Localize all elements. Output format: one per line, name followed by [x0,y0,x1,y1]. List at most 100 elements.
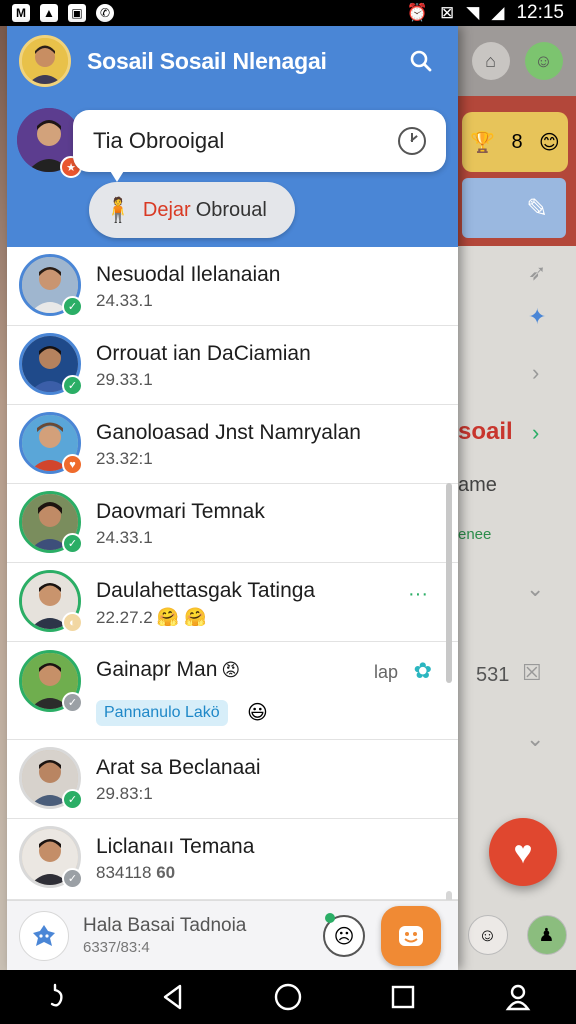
row-side-label: lap [373,662,398,682]
background-dark-text: ame [458,474,497,496]
scrollbar-secondary[interactable] [446,891,452,900]
app-title: Sosail Sosail Nlenagai [87,47,327,74]
signal-icon: ◢ [491,3,505,22]
background-heart-fab[interactable]: ♥ [489,818,557,886]
whatsapp-icon: ✆ [96,4,114,22]
status-badge-icon: ✓ [62,868,83,889]
online-badge-icon: ✓ [62,375,83,396]
background-box-icon: ☒ [522,660,542,685]
background-star-icon: ✦ [528,304,547,329]
contact-name: Daovmari Temnak [96,500,265,523]
contact-time: 23.32:1 [96,449,153,468]
contact-name: Liclanaıı Temana [96,835,255,858]
image-icon: ▲ [40,4,58,22]
background-chevron-icon-2: › [532,360,540,385]
contact-row[interactable]: ✓ Liclanaıı Temana 834118 60 [7,819,458,900]
background-chevron-down-icon: ⌄ [526,576,545,601]
background-chevron-down-icon-2: ⌄ [526,726,545,751]
face-status-dot [325,913,335,923]
contact-time: 24.33.1 [96,528,153,547]
contact-name: Orrouat ian DaCiamian [96,342,311,365]
contact-name: Arat sa Beclanaai [96,756,261,779]
recents-button[interactable] [379,973,427,1021]
background-person-icon: ♟ [526,915,567,955]
send-button[interactable] [381,906,441,966]
contact-time: 29.83:1 [96,784,153,803]
alarm-icon: ⏰ [406,3,429,22]
background-pencil-icon: ✎ [462,178,566,238]
contact-row[interactable]: ♥ Ganoloasad Jnst Namryalan 23.32:1 [7,405,458,484]
search-icon[interactable] [404,44,438,78]
contact-row[interactable]: ✓ Gainapr Man 😡 lap ✿ Pannanulo Lakö 😃 [7,642,458,740]
composer-title: Hala Basai Tadnoia [83,915,247,936]
background-chevron-icon: ➶ [528,260,547,285]
hook-icon[interactable] [34,973,82,1021]
message-bubble[interactable]: Tia Obrooigal [73,110,446,172]
background-bottom-icons: ☺ ♟ [458,904,576,966]
chat-bot-icon[interactable] [19,910,69,961]
home-button[interactable] [264,973,312,1021]
navigation-bar [0,970,576,1024]
account-icon[interactable] [494,973,542,1021]
status-right-icons: ⏰ ⊠ ◥ ◢ 12:15 [407,2,564,24]
contact-row[interactable]: ✓ Orrouat ian DaCiamian 29.33.1 [7,326,458,405]
vibrate-icon: ⊠ [440,3,455,22]
status-left-icons: M ▲ ▣ ✆ [12,4,114,22]
notification-m-icon: M [12,4,30,22]
scrollbar[interactable] [446,483,452,683]
chip-figure-icon: 🧍 [103,196,133,224]
flower-icon[interactable]: ✿ [414,658,432,684]
contact-row[interactable]: ✓ Arat sa Beclanaai 29.83:1 [7,740,458,819]
contact-time-value: 834118 [96,863,152,882]
status-badge-icon: ♥ [62,454,83,475]
contact-time-value: 22.27.2 [96,608,153,627]
contact-time: 24.33.1 [96,291,153,310]
online-badge-icon: ✓ [62,296,83,317]
contact-row[interactable]: ◐ Daulahettasgak Tatinga 22.27.2 🤗 🤗 ··· [7,563,458,642]
status-badge-icon: ✓ [62,692,83,713]
background-number: 531 [476,664,510,686]
angry-emoji-icon: 😡 [221,660,241,680]
status-bar: M ▲ ▣ ✆ ⏰ ⊠ ◥ ◢ 12:15 [0,0,576,26]
contact-name: Daulahettasgak Tatinga [96,579,316,602]
bottom-composer: Hala Basai Tadnoia 6337/83:4 ☹ [7,900,458,970]
background-topbar: ⌂ ☺ [458,26,576,96]
app-bar: Sosail Sosail Nlenagai [7,26,458,96]
background-chevron-right-icon: › [532,420,540,445]
contact-list: ✓ Nesuodal Ilelanaian 24.33.1 ✓ Orrouat … [7,247,458,900]
contact-name-text: Gainapr Man [96,658,218,681]
bubble-text: Tia Obrooigal [93,128,225,153]
background-trophy-icon: 🏆 [470,131,496,154]
status-time: 12:15 [516,2,564,23]
wifi-icon: ◥ [466,3,480,22]
contact-name: Ganoloasad Jnst Namryalan [96,421,361,444]
chip-label-red: Dejar [142,198,191,221]
background-green-text: enee [458,526,492,543]
background-card: 🏆 8 😊 [462,112,568,172]
message-tag-text: Pannanulo Lakö [104,704,220,721]
online-badge-icon: ✓ [62,789,83,810]
hug-emoji-icon: 🤗 🤗 [156,607,207,627]
contact-row[interactable]: ✓ Nesuodal Ilelanaian 24.33.1 [7,247,458,326]
smile-emoji-icon: 😃 [247,702,268,724]
background-card-number: 8 [511,130,523,153]
contact-time: 29.33.1 [96,370,153,389]
status-badge-icon: ◐ [62,612,83,633]
bubble-tail [107,166,127,182]
composer-text[interactable]: Hala Basai Tadnoia 6337/83:4 [83,915,246,956]
contacts-drawer: Sosail Sosail Nlenagai ★ Tia Obrooigal 🧍… [7,26,458,970]
contact-name: Nesuodal Ilelanaian [96,263,281,286]
back-button[interactable] [149,973,197,1021]
background-emoji-icon: 😊 [538,131,560,154]
online-badge-icon: ✓ [62,533,83,554]
contact-row[interactable]: ✓ Daovmari Temnak 24.33.1 [7,484,458,563]
photo-icon: ▣ [68,4,86,22]
chip-label-dark: Obroual [195,198,267,221]
profile-avatar[interactable] [19,35,71,87]
background-red-text: soail [458,418,513,445]
background-home-icon: ⌂ [471,42,510,80]
clock-icon[interactable] [398,127,426,155]
contact-time: 834118 60 [96,863,175,883]
background-face-icon: ☺ [467,915,508,955]
status-chip[interactable]: 🧍 Dejar Obroual [89,182,295,238]
